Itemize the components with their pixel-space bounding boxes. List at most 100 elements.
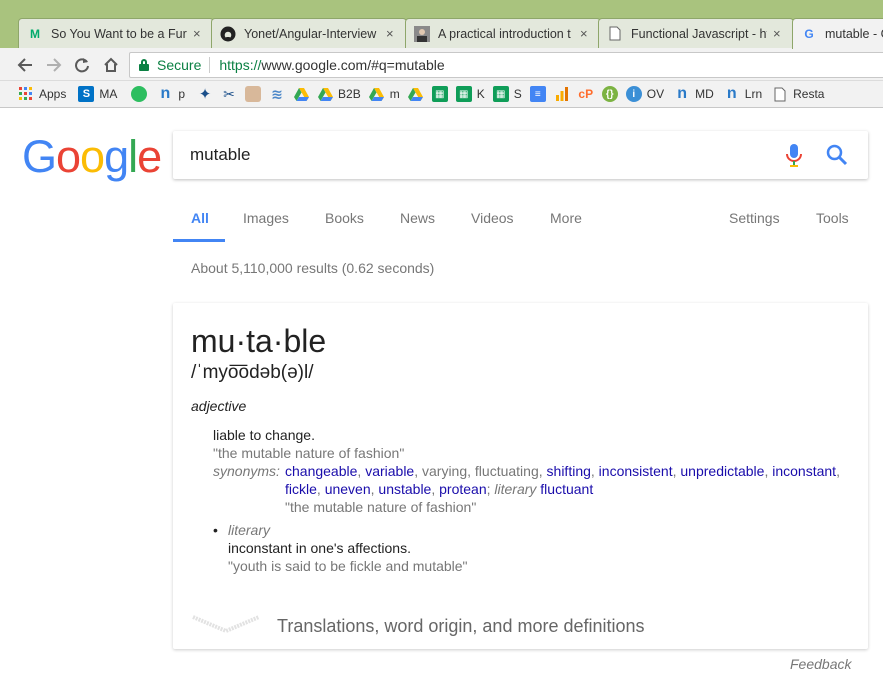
forward-button[interactable] — [43, 54, 65, 76]
synonym-link[interactable]: variable — [365, 463, 414, 479]
browser-tab[interactable]: M So You Want to be a Fur × — [18, 18, 214, 48]
bookmark-item[interactable] — [554, 84, 570, 104]
figure-icon: ✦ — [198, 86, 212, 103]
google-icon: G — [804, 27, 814, 41]
bookmark-item[interactable]: S MA — [78, 84, 117, 104]
bookmark-item[interactable]: ▦ — [431, 84, 448, 104]
bookmark-item[interactable]: n Lrn — [724, 84, 762, 104]
bookmark-label: p — [178, 87, 186, 101]
evernote-icon — [131, 86, 148, 102]
bookmark-item[interactable]: ✂ — [221, 84, 237, 104]
cpanel-icon: cP — [578, 87, 594, 101]
synonyms-list: changeable, variable, varying, fluctuati… — [285, 463, 840, 479]
bookmark-label: OV — [646, 87, 665, 101]
github-icon — [220, 26, 236, 42]
tab-title: Functional Javascript - ht — [631, 26, 767, 41]
register-label: literary — [228, 522, 271, 538]
logo-letter: G — [22, 131, 57, 182]
register-label: literary — [494, 481, 537, 497]
close-icon[interactable]: × — [580, 26, 592, 41]
tab-more[interactable]: More — [550, 210, 582, 226]
example-text: "the mutable nature of fashion" — [213, 445, 405, 461]
synonym-link[interactable]: shifting — [547, 463, 591, 479]
search-icon[interactable] — [825, 143, 849, 167]
home-button[interactable] — [100, 54, 122, 76]
bookmark-item[interactable]: ✦ — [197, 84, 213, 104]
search-box[interactable]: mutable — [173, 131, 868, 179]
browser-tab[interactable]: A practical introduction t × — [405, 18, 601, 48]
more-definitions-link[interactable]: Translations, word origin, and more defi… — [277, 616, 645, 637]
tab-videos[interactable]: Videos — [471, 210, 514, 226]
synonyms-list: fickle, uneven, unstable, protean; liter… — [285, 481, 594, 497]
n-logo-icon: n — [677, 85, 687, 102]
feedback-link[interactable]: Feedback — [790, 656, 851, 672]
synonym-link[interactable]: fickle — [285, 481, 317, 497]
bookmark-item[interactable]: ▦ S — [492, 84, 522, 104]
synonym-text: fluctuating — [474, 463, 539, 479]
medium-icon: M — [30, 26, 40, 41]
logo-letter: g — [104, 131, 129, 182]
synonym-link[interactable]: unpredictable — [680, 463, 764, 479]
bookmark-item[interactable]: cP — [578, 84, 594, 104]
bookmark-item[interactable]: i OV — [625, 84, 665, 104]
bookmark-item[interactable]: B2B — [317, 84, 361, 104]
tab-all[interactable]: All — [191, 210, 209, 226]
bookmark-item[interactable]: m — [369, 84, 400, 104]
search-input[interactable]: mutable — [190, 145, 250, 165]
synonym-link[interactable]: inconstant — [772, 463, 836, 479]
browser-tab-active[interactable]: G mutable - G — [792, 18, 883, 49]
synonym-link[interactable]: changeable — [285, 463, 357, 479]
avatar-icon — [414, 25, 430, 42]
sheets-icon: ▦ — [492, 86, 509, 102]
close-icon[interactable]: × — [773, 26, 785, 41]
google-drive-icon — [293, 86, 309, 102]
chevron-down-icon[interactable] — [191, 615, 261, 634]
bookmark-item[interactable]: ▦ K — [455, 84, 485, 104]
google-drive-icon — [408, 86, 424, 102]
lock-icon — [139, 59, 149, 71]
synonym-text: varying — [422, 463, 468, 479]
example-text: "youth is said to be fickle and mutable" — [228, 558, 468, 574]
synonym-link[interactable]: protean — [439, 481, 486, 497]
synonym-link[interactable]: fluctuant — [540, 481, 593, 497]
tab-news[interactable]: News — [400, 210, 435, 226]
pronunciation: /ˈmyo͞odəb(ə)l/ — [191, 362, 314, 383]
secure-label: Secure — [157, 57, 202, 73]
tab-images[interactable]: Images — [243, 210, 289, 226]
close-icon[interactable]: × — [386, 26, 398, 41]
bookmark-label: K — [476, 87, 485, 101]
address-bar[interactable]: Secure https:// www.google.com/#q=mutabl… — [129, 52, 883, 78]
bookmark-item[interactable]: ≋ — [269, 84, 285, 104]
synonym-link[interactable]: unstable — [378, 481, 431, 497]
browser-tab[interactable]: Yonet/Angular-Interview × — [211, 18, 407, 48]
reload-button[interactable] — [71, 54, 93, 76]
omnibox-separator — [209, 57, 211, 73]
dictionary-card: mu·ta·ble /ˈmyo͞odəb(ə)l/ adjective liab… — [173, 303, 868, 649]
dictionary-word: mu·ta·ble — [191, 323, 327, 359]
bookmark-item[interactable]: n MD — [674, 84, 714, 104]
sharepoint-icon: S — [78, 86, 95, 102]
bookmark-item[interactable]: n p — [157, 84, 185, 104]
bookmark-item[interactable]: Resta — [772, 84, 824, 104]
bookmark-item[interactable] — [293, 84, 309, 104]
bookmarks-bar: Apps S MA n p ✦ ✂ ≋ B2B m ▦ ▦ K ▦ S ≡ cP… — [0, 81, 883, 108]
apps-grid-icon — [18, 86, 34, 102]
microphone-icon[interactable] — [785, 144, 803, 168]
bookmark-item[interactable]: ≡ — [529, 84, 546, 104]
bookmark-item[interactable] — [245, 84, 262, 104]
synonym-link[interactable]: uneven — [325, 481, 371, 497]
tab-tools[interactable]: Tools — [816, 210, 849, 226]
docs-icon: ≡ — [529, 86, 546, 102]
google-logo[interactable]: Google — [22, 131, 162, 183]
bookmark-item[interactable]: {} — [601, 84, 618, 104]
tab-settings[interactable]: Settings — [729, 210, 780, 226]
wave-icon: ≋ — [271, 85, 283, 102]
synonym-link[interactable]: inconsistent — [599, 463, 673, 479]
tab-books[interactable]: Books — [325, 210, 364, 226]
bookmark-item[interactable] — [131, 84, 148, 104]
back-button[interactable] — [14, 54, 36, 76]
bookmark-item[interactable] — [408, 84, 424, 104]
close-icon[interactable]: × — [193, 26, 205, 41]
bookmark-apps[interactable]: Apps — [18, 84, 66, 104]
browser-tab[interactable]: Functional Javascript - ht × — [598, 18, 794, 48]
